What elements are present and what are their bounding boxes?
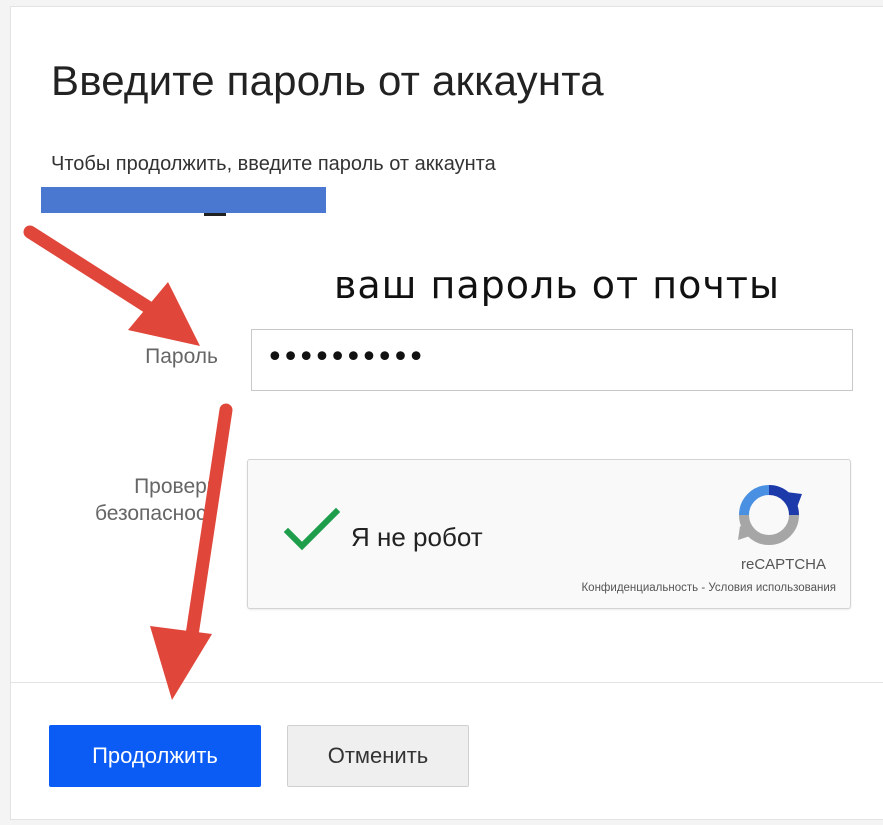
password-field[interactable]: ••••••••••	[251, 329, 853, 391]
recaptcha-logo-icon	[738, 485, 802, 545]
security-check-label-line2: безопасност	[94, 502, 216, 525]
dialog-subtitle: Чтобы продолжить, введите пароль от акка…	[51, 153, 496, 175]
redacted-email	[41, 187, 326, 213]
security-check-label: Проверк безопасност	[41, 473, 216, 527]
continue-button[interactable]: Продолжить	[49, 725, 261, 787]
recaptcha-links[interactable]: Конфиденциальность - Условия использован…	[581, 582, 836, 594]
redacted-email-residue	[204, 213, 226, 216]
recaptcha-brand: reCAPTCHA	[740, 556, 826, 573]
cancel-button[interactable]: Отменить	[287, 725, 469, 787]
security-check-label-line1: Проверк	[134, 475, 216, 498]
captcha-label: Я не робот	[351, 522, 483, 552]
annotation-text: ваш пароль от почты	[334, 263, 780, 307]
footer-divider	[11, 682, 883, 683]
password-label: Пароль	[145, 345, 218, 368]
password-dialog: Введите пароль от аккаунта Чтобы продолж…	[10, 6, 883, 820]
recaptcha-widget: Я не робот reCAPTCHA Конфиденциальность …	[247, 459, 851, 609]
dialog-title: Введите пароль от аккаунта	[51, 57, 604, 104]
checkmark-icon[interactable]	[284, 506, 340, 552]
